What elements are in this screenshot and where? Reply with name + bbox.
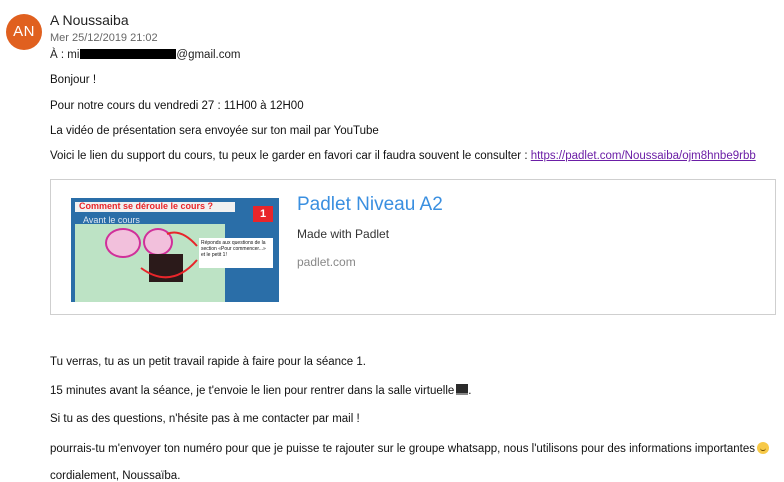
body-paragraph-virtual-room: 15 minutes avant la séance, je t'envoie … bbox=[50, 384, 472, 397]
preview-thumbnail[interactable]: Comment se déroule le cours ? Avant le c… bbox=[71, 198, 279, 302]
to-label: À : bbox=[50, 49, 65, 61]
recipient-suffix: @gmail.com bbox=[176, 49, 241, 61]
body-paragraph-link: Voici le lien du support du cours, tu pe… bbox=[50, 150, 756, 162]
smile-icon bbox=[757, 442, 769, 454]
link-preview-card[interactable]: Comment se déroule le cours ? Avant le c… bbox=[50, 179, 776, 315]
recipient-row: À : mi @gmail.com bbox=[50, 49, 240, 61]
body-paragraph-video: La vidéo de présentation sera envoyée su… bbox=[50, 125, 379, 137]
preview-title[interactable]: Padlet Niveau A2 bbox=[297, 194, 443, 216]
body-paragraph-schedule: Pour notre cours du vendredi 27 : 11H00 … bbox=[50, 100, 304, 112]
redaction-bar bbox=[80, 49, 177, 59]
sender-avatar[interactable]: AN bbox=[6, 14, 42, 50]
body-paragraph-questions: Si tu as des questions, n'hésite pas à m… bbox=[50, 413, 360, 425]
greeting-text: Bonjour ! bbox=[50, 74, 97, 86]
thumb-arrows-icon bbox=[140, 231, 198, 279]
body-paragraph-homework: Tu verras, tu as un petit travail rapide… bbox=[50, 356, 366, 368]
whatsapp-text: pourrais-tu m'envoyer ton numéro pour qu… bbox=[50, 443, 755, 455]
sender-name[interactable]: A Noussaiba bbox=[50, 12, 129, 28]
laptop-icon bbox=[456, 384, 469, 395]
virtual-room-text: 15 minutes avant la séance, je t'envoie … bbox=[50, 385, 455, 397]
recipient-prefix: mi bbox=[67, 49, 80, 61]
preview-domain: padlet.com bbox=[297, 255, 356, 269]
padlet-link[interactable]: https://padlet.com/Noussaiba/ojm8hnbe9rb… bbox=[531, 150, 756, 162]
body-paragraph-whatsapp: pourrais-tu m'envoyer ton numéro pour qu… bbox=[50, 442, 769, 455]
preview-description: Made with Padlet bbox=[297, 227, 390, 241]
virtual-room-end: . bbox=[468, 385, 472, 397]
email-date: Mer 25/12/2019 21:02 bbox=[50, 32, 158, 44]
signature-text: cordialement, Noussaïba. bbox=[50, 470, 181, 482]
link-intro-text: Voici le lien du support du cours, tu pe… bbox=[50, 150, 531, 162]
